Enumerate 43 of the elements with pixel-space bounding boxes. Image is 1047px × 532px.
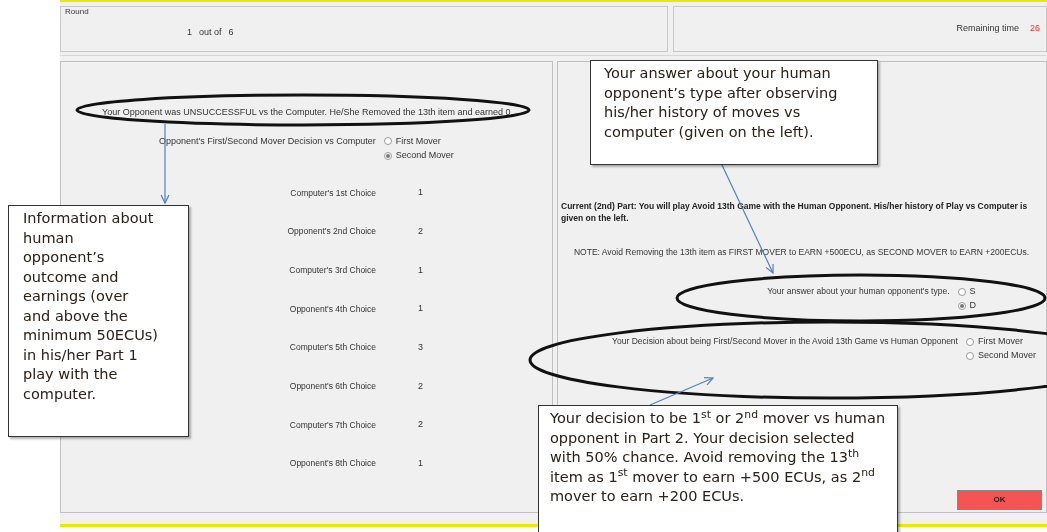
mover-question: Your Decision about being First/Second Mover in the Avoid 13th Game vs Human Opponent [612,334,958,348]
decision-label: Opponent's First/Second Mover Decision vs Computer [159,134,376,148]
radio-button[interactable] [957,287,966,296]
radio-label: Second Mover [977,349,1036,363]
choice-label: Opponent's 8th Choice [288,457,376,471]
annotation-callout: Your answer about your human opponent’s type after observing his/her history of moves vs computer (given on the left). [590,60,878,165]
radio-label: S [969,284,976,298]
choice-label: Computer's 3rd Choice [288,264,376,277]
radio-label: Second Mover [395,149,454,162]
choice-value: 2 [418,379,423,393]
outcome-text: Your Opponent was UNSUCCESSFUL vs the Computer. He/She Removed the 13th item and earned 0. [102,106,515,119]
radio-button[interactable] [965,352,974,360]
annotation-callout: Your decision to be 1$^{st}$ or 2$^{nd}$ mover vs human opponent in Part 2. Your decision selected with 50% chance. Avoid removing the 13$^{th}$ item as 1$^{st}$ mover to earn +500 ECUs, as 2$^{nd}$ mover to earn +200 ECUs. [538,405,898,532]
radio-label: D [969,299,976,313]
choice-label: Opponent's 6th Choice [288,380,376,393]
choice-value: 2 [418,224,423,238]
radio-button[interactable] [957,302,966,310]
choice-label: Opponent's 2nd Choice [286,225,376,239]
choice-value: 1 [418,457,423,471]
choice-value: 3 [418,341,423,354]
radio-label: First Mover [395,134,441,148]
choice-value: 1 [418,263,423,277]
choice-label: Computer's 7th Choice [288,418,376,432]
choice-label: Computer's 1st Choice [289,186,376,200]
ok-button[interactable]: OK [957,490,1042,510]
choice-value: 1 [418,302,423,316]
radio-button[interactable] [383,151,392,160]
radio-button[interactable] [383,137,392,146]
radio-button[interactable] [965,337,974,346]
choice-label: Computer's 5th Choice [288,341,376,355]
choice-value: 2 [418,418,423,432]
round-legend: Round [65,6,663,18]
round-total: 6 [228,26,234,39]
radio-label: First Mover [977,334,1023,348]
callout-arrow [649,377,715,406]
choice-label: Opponent's 4th Choice [288,302,376,316]
timer-label: Remaining time [956,22,1019,36]
type-question: Your answer about your human opponent's type. [767,284,950,298]
choice-value: 1 [418,186,423,200]
round-out-of: out of [199,26,222,39]
annotation-callout: Information about human opponent’s outcome and earnings (over and above the minimum 50ECUs) in his/her Part 1 play with the computer. [8,205,189,437]
round-current: 1 [187,26,192,39]
timer-value: 26 [1030,22,1040,36]
